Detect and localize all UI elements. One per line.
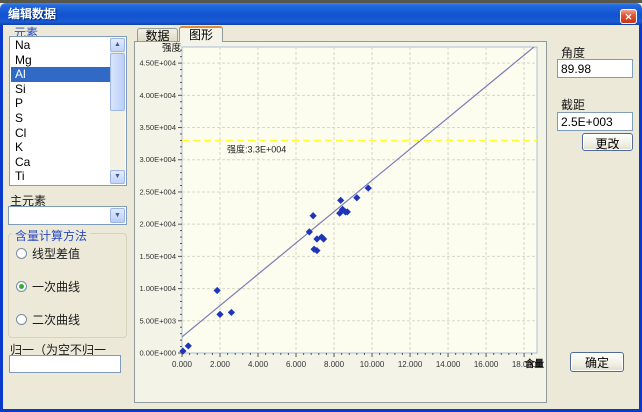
window-title: 编辑数据 [8,3,56,25]
svg-text:10.000: 10.000 [360,360,385,369]
plot-area [182,47,537,353]
svg-text:4.00E+004: 4.00E+004 [140,91,177,100]
change-button[interactable]: 更改 [582,133,633,151]
method-radio-option[interactable]: 线型差值 [16,246,80,260]
method-radio-label: 线型差值 [32,245,80,262]
intercept-label: 截距 [561,96,585,113]
svg-text:1.00E+004: 1.00E+004 [140,284,177,293]
method-radio-option[interactable]: 二次曲线 [16,312,80,326]
scroll-up-button[interactable]: ▲ [110,38,125,52]
edit-data-dialog: 编辑数据 ✕ 元素 NaMgAlSiPSClKCaTi ▲ ▼ 主元素 ▼ 含量… [0,0,642,412]
tab-graph[interactable]: 图形 [179,26,223,42]
radio-unchecked-icon[interactable] [16,248,27,259]
tab-data[interactable]: 数据 [137,28,178,42]
svg-text:2.50E+004: 2.50E+004 [140,187,177,196]
element-listbox: NaMgAlSiPSClKCaTi ▲ ▼ [9,36,127,186]
threshold-label: 强度:3.3E+004 [227,143,286,154]
intercept-input[interactable] [557,112,633,131]
element-list-item[interactable]: K [11,140,110,155]
main-element-select[interactable]: ▼ [8,206,127,225]
svg-text:4.000: 4.000 [248,360,269,369]
svg-text:12.000: 12.000 [398,360,423,369]
method-radio-option[interactable]: 一次曲线 [16,279,80,293]
scroll-down-icon: ▼ [114,173,121,180]
svg-text:2.000: 2.000 [210,360,231,369]
scroll-up-icon: ▲ [114,41,121,48]
element-list-item[interactable]: Na [11,38,110,53]
close-button[interactable]: ✕ [620,9,637,24]
element-list-item[interactable]: Ca [11,155,110,170]
element-list-item[interactable]: Mg [11,53,110,68]
svg-text:4.50E+004: 4.50E+004 [140,59,177,68]
svg-text:14.000: 14.000 [436,360,461,369]
radio-checked-icon[interactable] [16,281,27,292]
svg-text:0.000: 0.000 [172,360,193,369]
method-group-label: 含量计算方法 [12,227,90,244]
ok-button[interactable]: 确定 [570,352,624,372]
element-list-scrollbar[interactable]: ▲ ▼ [110,38,125,184]
angle-input[interactable] [557,59,633,78]
chevron-down-icon: ▼ [114,212,121,219]
method-radio-label: 一次曲线 [32,278,80,295]
scroll-down-button[interactable]: ▼ [110,170,125,184]
radio-unchecked-icon[interactable] [16,314,27,325]
svg-text:0.00E+000: 0.00E+000 [140,349,177,358]
element-list-item[interactable]: P [11,96,110,111]
svg-text:5.00E+003: 5.00E+003 [140,316,177,325]
close-icon: ✕ [625,12,633,22]
element-list-item[interactable]: Ti [11,169,110,184]
method-radio-label: 二次曲线 [32,311,80,328]
combo-dropdown-button[interactable]: ▼ [110,208,125,223]
svg-text:3.50E+004: 3.50E+004 [140,123,177,132]
svg-text:6.000: 6.000 [286,360,307,369]
scrollbar-thumb[interactable] [110,53,125,111]
svg-text:8.000: 8.000 [324,360,345,369]
svg-text:1.50E+004: 1.50E+004 [140,252,177,261]
titlebar[interactable]: 编辑数据 ✕ [0,3,642,25]
element-list-item[interactable]: Al [11,67,110,82]
element-list-item[interactable]: Cl [11,126,110,141]
calibration-chart: 0.000 2.000 4.000 6.000 8.000 10.000 12.000 14.… [135,42,546,402]
svg-text:3.00E+004: 3.00E+004 [140,155,177,164]
element-list: NaMgAlSiPSClKCaTi [11,38,110,184]
svg-text:2.00E+004: 2.00E+004 [140,220,177,229]
element-list-item[interactable]: Si [11,82,110,97]
y-axis-title: 强度 [162,42,182,54]
normalize-input[interactable] [9,355,121,373]
svg-text:16.000: 16.000 [474,360,499,369]
element-list-item[interactable]: S [11,111,110,126]
x-axis-title: 含量 [524,358,545,370]
